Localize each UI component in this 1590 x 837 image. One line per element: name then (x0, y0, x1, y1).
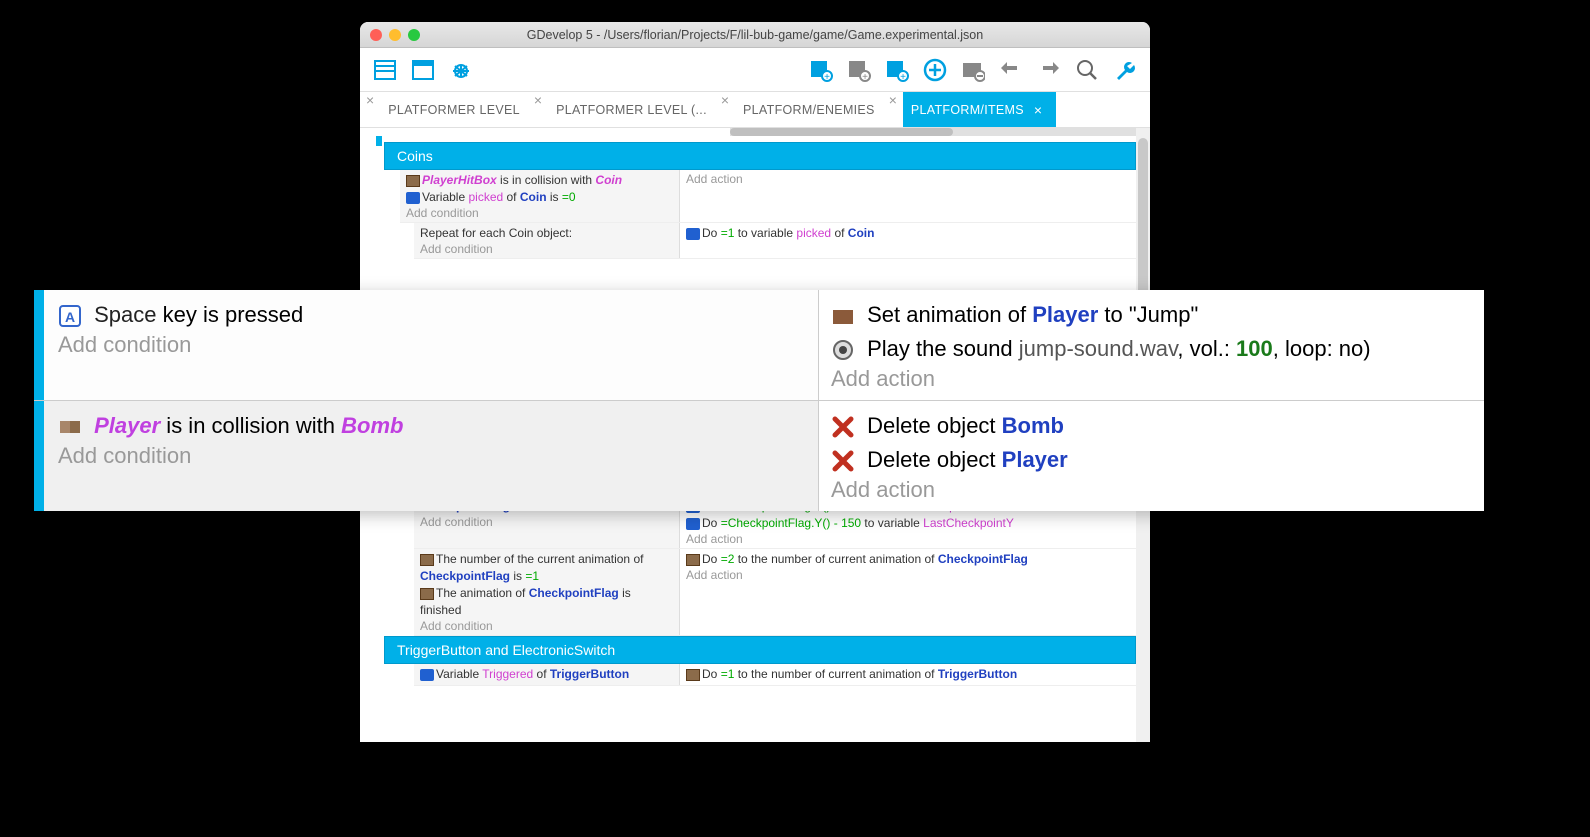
event-row[interactable]: Variable Triggered of TriggerButton Do =… (414, 664, 1136, 686)
object-icon (686, 669, 700, 681)
object-icon (406, 175, 420, 187)
sound-icon (831, 338, 855, 362)
undo-icon[interactable] (996, 55, 1026, 85)
maximize-icon[interactable] (408, 29, 420, 41)
window-title: GDevelop 5 - /Users/florian/Projects/F/l… (360, 28, 1150, 42)
tab-close-icon[interactable]: × (366, 92, 374, 127)
event-row[interactable]: PlayerHitBox is in collision with Coin V… (400, 170, 1136, 223)
add-condition-link[interactable]: Add condition (420, 242, 673, 256)
add-object-icon[interactable]: + (844, 55, 874, 85)
horizontal-scrollbar[interactable] (730, 128, 1136, 136)
delete-icon (831, 449, 855, 473)
variable-icon (420, 669, 434, 681)
animation-icon (831, 304, 855, 328)
tab-close-icon[interactable]: × (889, 92, 897, 127)
add-action-link[interactable]: Add action (831, 366, 1472, 392)
tab-platform-items[interactable]: PLATFORM/ITEMS× (903, 92, 1057, 127)
add-condition-link[interactable]: Add condition (420, 515, 673, 529)
add-action-link[interactable]: Add action (831, 477, 1472, 503)
variable-icon (406, 192, 420, 204)
collision-icon (58, 415, 82, 439)
panel-icon[interactable] (370, 55, 400, 85)
event-overlay: A Space key is pressed Add condition Set… (34, 290, 1484, 511)
svg-text:A: A (65, 309, 75, 325)
event-row[interactable]: The number of the current animation of C… (414, 549, 1136, 636)
add-event-icon[interactable]: + (882, 55, 912, 85)
svg-text:+: + (900, 72, 906, 82)
tab-close-icon[interactable]: × (534, 92, 542, 127)
tab-bar: × PLATFORMER LEVEL × PLATFORMER LEVEL (.… (360, 92, 1150, 128)
tab-close-icon[interactable]: × (721, 92, 729, 127)
add-action-link[interactable]: Add action (686, 172, 1130, 186)
window-icon[interactable] (408, 55, 438, 85)
add-action-link[interactable]: Add action (686, 532, 1130, 546)
object-icon (420, 554, 434, 566)
toolbar: + + + (360, 48, 1150, 92)
add-condition-link[interactable]: Add condition (406, 206, 673, 220)
variable-icon (686, 518, 700, 530)
titlebar: GDevelop 5 - /Users/florian/Projects/F/l… (360, 22, 1150, 48)
tab-platformer-level[interactable]: PLATFORMER LEVEL (380, 92, 528, 127)
close-icon[interactable] (370, 29, 382, 41)
group-coins[interactable]: Coins (384, 142, 1136, 170)
svg-text:+: + (862, 72, 868, 82)
key-icon: A (58, 304, 82, 328)
remove-icon[interactable] (958, 55, 988, 85)
redo-icon[interactable] (1034, 55, 1064, 85)
wrench-icon[interactable] (1110, 55, 1140, 85)
svg-text:+: + (824, 72, 830, 82)
object-icon (420, 588, 434, 600)
delete-icon (831, 415, 855, 439)
event-row[interactable]: Player is in collision with Bomb Add con… (34, 400, 1484, 511)
add-action-link[interactable]: Add action (686, 568, 1130, 582)
add-panel-icon[interactable]: + (806, 55, 836, 85)
add-condition-link[interactable]: Add condition (58, 443, 806, 469)
plus-circle-icon[interactable] (920, 55, 950, 85)
tab-platformer-level-2[interactable]: PLATFORMER LEVEL (... (548, 92, 715, 127)
object-icon (686, 554, 700, 566)
search-icon[interactable] (1072, 55, 1102, 85)
variable-icon (686, 228, 700, 240)
event-row[interactable]: A Space key is pressed Add condition Set… (34, 290, 1484, 400)
bug-icon[interactable] (446, 55, 476, 85)
tab-close-icon[interactable]: × (1034, 102, 1042, 118)
event-row[interactable]: Repeat for each Coin object: Add conditi… (414, 223, 1136, 259)
add-condition-link[interactable]: Add condition (420, 619, 673, 633)
add-condition-link[interactable]: Add condition (58, 332, 806, 358)
group-trigger[interactable]: TriggerButton and ElectronicSwitch (384, 636, 1136, 664)
tab-platform-enemies[interactable]: PLATFORM/ENEMIES (735, 92, 883, 127)
minimize-icon[interactable] (389, 29, 401, 41)
